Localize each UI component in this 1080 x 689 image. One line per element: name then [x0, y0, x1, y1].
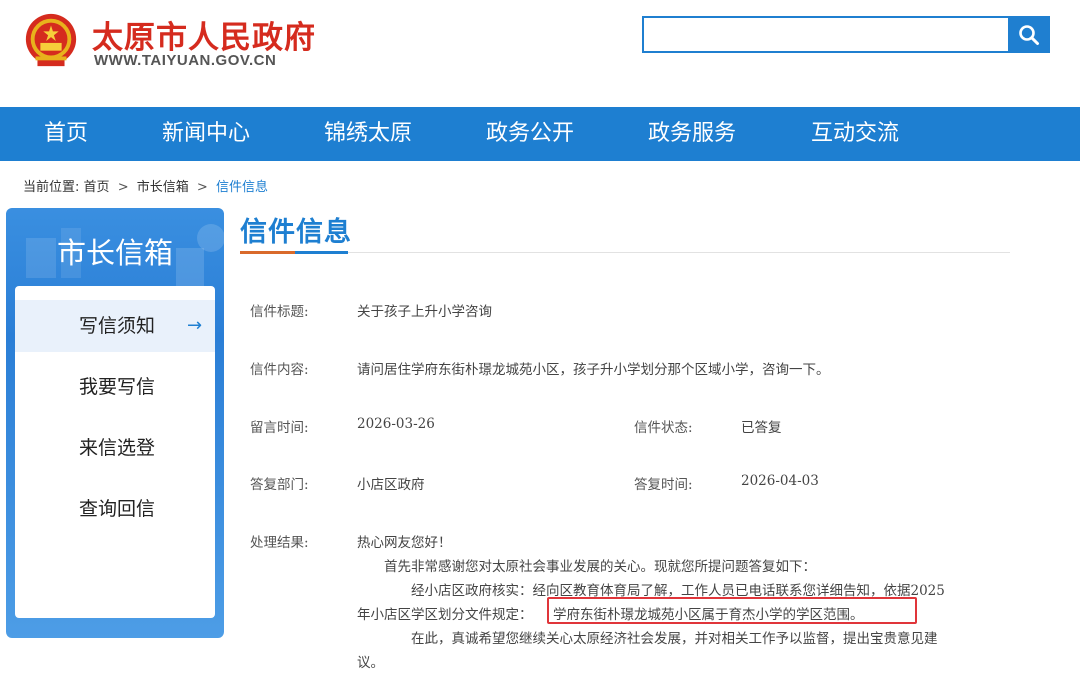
sidebar-title: 市长信箱 — [56, 236, 173, 270]
result-label: 处理结果: — [250, 535, 309, 551]
breadcrumb-mailbox[interactable]: 市长信箱 — [137, 180, 189, 195]
dept-value: 小店区政府 — [357, 477, 425, 493]
sidebar-item-write[interactable]: 我要写信 — [15, 361, 215, 413]
highlight-box — [547, 597, 917, 624]
sidebar-item-query-reply[interactable]: 查询回信 — [15, 483, 215, 535]
search-button[interactable] — [1008, 16, 1050, 53]
main-nav: 首页 新闻中心 锦绣太原 政务公开 政务服务 互动交流 — [0, 107, 1080, 161]
sidebar-menu: 写信须知 → 我要写信 来信选登 查询回信 — [15, 286, 215, 618]
breadcrumb-separator: > — [117, 180, 129, 195]
title-accent-blue — [295, 251, 348, 254]
nav-item-gov-open[interactable]: 政务公开 — [486, 107, 574, 161]
reply-line: 议。 — [357, 655, 384, 671]
national-emblem-icon[interactable] — [22, 12, 80, 70]
body-value: 请问居住学府东街朴璟龙城苑小区，孩子升小学划分那个区域小学，咨询一下。 — [357, 362, 830, 378]
site-header: 太原市人民政府 WWW.TAIYUAN.GOV.CN — [0, 0, 1080, 107]
sidebar-item-guidelines[interactable]: 写信须知 → — [15, 300, 215, 352]
subject-label: 信件标题: — [250, 304, 309, 320]
sidebar-item-label: 写信须知 — [79, 315, 156, 337]
title-divider — [240, 252, 1010, 253]
reply-line: 经小店区政府核实：经向区教育体育局了解，工作人员已电话联系您详细告知，依据202… — [411, 583, 945, 599]
sidebar-item-label: 我要写信 — [79, 376, 156, 398]
search-icon — [1019, 24, 1039, 45]
sidebar-item-label: 查询回信 — [79, 498, 156, 520]
nav-item-gov-service[interactable]: 政务服务 — [648, 107, 736, 161]
dept-label: 答复部门: — [250, 477, 309, 493]
site-domain: WWW.TAIYUAN.GOV.CN — [94, 52, 277, 69]
reply-line: 首先非常感谢您对太原社会事业发展的关心。现就您所提问题答复如下： — [384, 559, 816, 575]
reply-time-label: 答复时间: — [634, 477, 693, 493]
sidebar-item-label: 来信选登 — [79, 437, 156, 459]
time-label: 留言时间: — [250, 420, 309, 436]
reply-time-value: 2026-04-03 — [741, 473, 819, 489]
nav-item-news[interactable]: 新闻中心 — [162, 107, 250, 161]
nav-item-interaction[interactable]: 互动交流 — [811, 107, 899, 161]
time-value: 2026-03-26 — [357, 416, 435, 432]
breadcrumb-home[interactable]: 首页 — [84, 180, 110, 195]
search-field — [642, 16, 1010, 53]
reply-line: 年小店区学区划分文件规定： — [357, 607, 533, 623]
title-accent-red — [240, 251, 295, 254]
breadcrumb-current: 信件信息 — [215, 180, 268, 195]
status-value: 已答复 — [741, 420, 782, 436]
breadcrumb-prefix: 当前位置: — [23, 180, 80, 195]
breadcrumb-separator: > — [196, 180, 208, 195]
reply-greeting: 热心网友您好！ — [357, 535, 452, 551]
nav-item-taiyuan[interactable]: 锦绣太原 — [324, 107, 412, 161]
site-title[interactable]: 太原市人民政府 — [92, 12, 316, 57]
status-label: 信件状态: — [634, 420, 693, 436]
page-title: 信件信息 — [240, 217, 352, 248]
sidebar-item-selected-letters[interactable]: 来信选登 — [15, 422, 215, 474]
search-input[interactable] — [644, 18, 1010, 51]
reply-line: 在此，真诚希望您继续关心太原经济社会发展，并对相关工作予以监督，提出宝贵意见建 — [411, 631, 938, 647]
subject-value: 关于孩子上升小学咨询 — [357, 304, 492, 320]
body-label: 信件内容: — [250, 362, 309, 378]
breadcrumb: 当前位置: 首页 > 市长信箱 > 信件信息 — [23, 176, 268, 195]
arrow-right-icon: → — [187, 315, 203, 336]
nav-item-home[interactable]: 首页 — [44, 107, 88, 161]
sidebar: 市长信箱 写信须知 → 我要写信 来信选登 查询回信 — [6, 208, 224, 638]
